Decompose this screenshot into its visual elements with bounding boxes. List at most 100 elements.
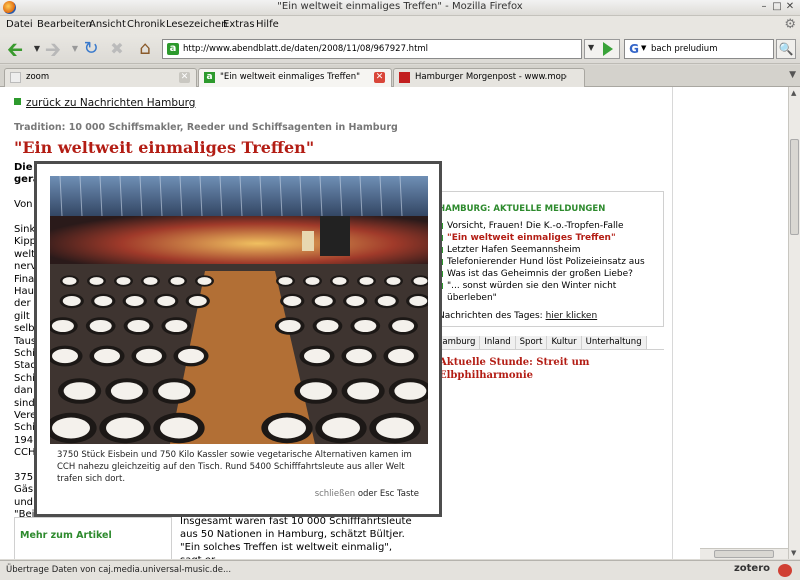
article-text-line: Schi	[14, 422, 35, 434]
sidebar-news-item[interactable]: Vorsicht, Frauen! Die K.-o.-Tropfen-Fall…	[437, 220, 663, 232]
title-bar: "Ein weltweit einmaliges Treffen" - Mozi…	[0, 0, 800, 16]
article-text-line: Die	[14, 162, 33, 173]
sidebar-news-item[interactable]: Letzter Hafen Seemannsheim	[437, 244, 663, 256]
menu-hilfe[interactable]: Hilfe	[256, 19, 279, 30]
tab-sport[interactable]: Sport	[515, 336, 548, 349]
sidebar-footer: Nachrichten des Tages: hier klicken	[438, 311, 597, 321]
back-link-text[interactable]: zurück zu Nachrichten Hamburg	[26, 97, 195, 109]
more-article-box: Mehr zum Artikel	[14, 517, 172, 559]
scroll-thumb[interactable]	[790, 139, 799, 235]
zotero-button[interactable]: zotero	[734, 563, 770, 574]
sidebar-news-item[interactable]: "... sonst würden sie den Winter nicht ü…	[437, 280, 663, 304]
status-bar: Übertrage Daten von caj.media.universal-…	[0, 560, 800, 580]
esc-hint: oder Esc Taste	[357, 489, 419, 499]
article-text-line: Schi	[14, 348, 35, 359]
vertical-scrollbar[interactable]: ▲ ▼	[788, 87, 800, 559]
home-icon[interactable]: ⌂	[134, 38, 156, 60]
page-icon	[10, 72, 21, 83]
article-text-line: gilt	[14, 310, 30, 322]
go-button[interactable]: ▼	[584, 39, 620, 59]
sidebar-news-text[interactable]: Was ist das Geheimnis der großen Liebe?	[447, 269, 633, 279]
search-bar[interactable]: G ▼	[624, 39, 774, 59]
close-window-icon[interactable]: ✕	[784, 1, 796, 13]
article-text-line: dan	[14, 385, 33, 397]
news-sidebar-box: HAMBURG: AKTUELLE MELDUNGEN Vorsicht, Fr…	[432, 191, 664, 327]
stop-icon[interactable]: ✖	[106, 38, 128, 60]
tab-close-icon[interactable]: ✕	[374, 72, 385, 83]
article-text-line: Gäs	[14, 484, 34, 496]
scroll-down-arrow-icon[interactable]: ▼	[791, 549, 796, 557]
lightbox-close-row: schließen oder Esc Taste	[315, 489, 419, 499]
article-kicker: Tradition: 10 000 Schiffsmakler, Reeder …	[14, 122, 398, 133]
search-magnifier-icon[interactable]: 🔍	[776, 39, 796, 59]
article-text-line: Fina	[14, 273, 35, 285]
sidebar-news-text[interactable]: "Ein weltweit einmaliges Treffen"	[447, 233, 616, 243]
gala-hall-photo	[50, 176, 428, 444]
article-headline: "Ein weltweit einmaliges Treffen"	[14, 138, 315, 157]
close-lightbox-link[interactable]: schließen	[315, 489, 355, 499]
forward-arrow-icon[interactable]: 🡲	[42, 38, 64, 60]
mopo-favicon-icon	[399, 72, 410, 83]
scroll-up-arrow-icon[interactable]: ▲	[791, 89, 796, 97]
tab-close-icon[interactable]: ✕	[179, 72, 190, 83]
sidebar-news-text[interactable]: "... sonst würden sie den Winter nicht ü…	[447, 281, 616, 303]
article-text-line: CCH	[14, 447, 36, 459]
hscroll-thumb[interactable]	[714, 550, 774, 558]
sidebar-header: HAMBURG: AKTUELLE MELDUNGEN	[438, 204, 606, 214]
menu-datei[interactable]: Datei	[6, 19, 33, 30]
back-arrow-icon[interactable]: 🡰	[4, 38, 26, 60]
status-text: Übertrage Daten von caj.media.universal-…	[6, 565, 232, 575]
sidebar-news-item[interactable]: Telefonierender Hund löst Polizeieinsatz…	[437, 256, 663, 268]
tab-mopo[interactable]: Hamburger Morgenpost - www.mopo.de...	[393, 68, 585, 87]
back-link[interactable]: zurück zu Nachrichten Hamburg	[14, 97, 195, 109]
sidebar-news-list: Vorsicht, Frauen! Die K.-o.-Tropfen-Fall…	[437, 220, 663, 304]
article-body-text: Insgesamt waren fast 10 000 Schifffahrts…	[180, 516, 412, 559]
sidebar-news-text[interactable]: Letzter Hafen Seemannsheim	[447, 245, 581, 255]
tab-unterhaltung[interactable]: Unterhaltung	[581, 336, 647, 349]
sidebar-news-item[interactable]: Was ist das Geheimnis der großen Liebe?	[437, 268, 663, 280]
menu-extras[interactable]: Extras	[223, 19, 255, 30]
tab-label: "Ein weltweit einmaliges Treffen"	[220, 72, 360, 82]
menu-ansicht[interactable]: Ansicht	[89, 19, 126, 30]
reload-icon[interactable]: ↻	[80, 38, 102, 60]
tab-zoom[interactable]: zoom ✕	[4, 68, 197, 87]
go-arrow-icon	[603, 42, 613, 56]
horizontal-scrollbar[interactable]	[700, 548, 788, 559]
tab-list-arrow-icon[interactable]: ▼	[789, 70, 796, 80]
tab-treffen[interactable]: a "Ein weltweit einmaliges Treffen" ✕	[198, 68, 392, 88]
aktuell-link[interactable]: Aktuelle Stunde: Streit um Elbphilharmon…	[439, 356, 619, 382]
article-text-line: Hau	[14, 286, 34, 297]
window-title: "Ein weltweit einmaliges Treffen" - Mozi…	[277, 1, 523, 12]
minimize-icon[interactable]: –	[758, 1, 770, 13]
sidebar-news-text[interactable]: Telefonierender Hund löst Polizeieinsatz…	[447, 257, 645, 267]
article-text-line: der	[14, 298, 31, 310]
menu-bar: Datei Bearbeiten Ansicht Chronik Lesezei…	[0, 16, 800, 34]
maximize-icon[interactable]: □	[771, 1, 783, 13]
menu-lesezeichen[interactable]: Lesezeichen	[166, 19, 227, 30]
navigation-toolbar: 🡰 ▼ 🡲 ▼ ↻ ✖ ⌂ a ▼ G ▼ 🔍	[0, 34, 800, 64]
sidebar-news-text[interactable]: Vorsicht, Frauen! Die K.-o.-Tropfen-Fall…	[447, 221, 624, 231]
tab-inland[interactable]: Inland	[480, 336, 516, 349]
tab-kultur[interactable]: Kultur	[547, 336, 582, 349]
article-text-line: 194	[14, 434, 34, 446]
menu-chronik[interactable]: Chronik	[127, 19, 165, 30]
sidebar-footer-link[interactable]: hier klicken	[546, 311, 598, 321]
search-engine-dropdown-icon[interactable]: ▼	[641, 44, 646, 52]
search-input[interactable]	[651, 42, 771, 56]
abendblatt-favicon-icon: a	[204, 72, 215, 83]
article-text-line: Vere	[14, 410, 37, 421]
menu-bearbeiten[interactable]: Bearbeiten	[37, 19, 92, 30]
zotero-icon[interactable]	[778, 564, 792, 577]
url-input[interactable]	[183, 42, 573, 56]
sidebar-news-item[interactable]: "Ein weltweit einmaliges Treffen"	[437, 232, 663, 244]
article-text-line: welt	[14, 248, 36, 260]
article-text-line: Schi	[14, 372, 35, 384]
google-icon[interactable]: G	[627, 42, 641, 56]
article-text-line: Taus	[14, 335, 37, 347]
photo-caption: 3750 Stück Eisbein und 750 Kilo Kassler …	[57, 450, 412, 484]
rubric-tabs: Hamburg Inland Sport Kultur Unterhaltung	[432, 336, 664, 350]
url-bar[interactable]: a	[162, 39, 582, 59]
article-text-line: selb	[14, 323, 35, 335]
url-dropdown-icon[interactable]: ▼	[588, 43, 594, 52]
article-text-line: sind	[14, 397, 35, 409]
